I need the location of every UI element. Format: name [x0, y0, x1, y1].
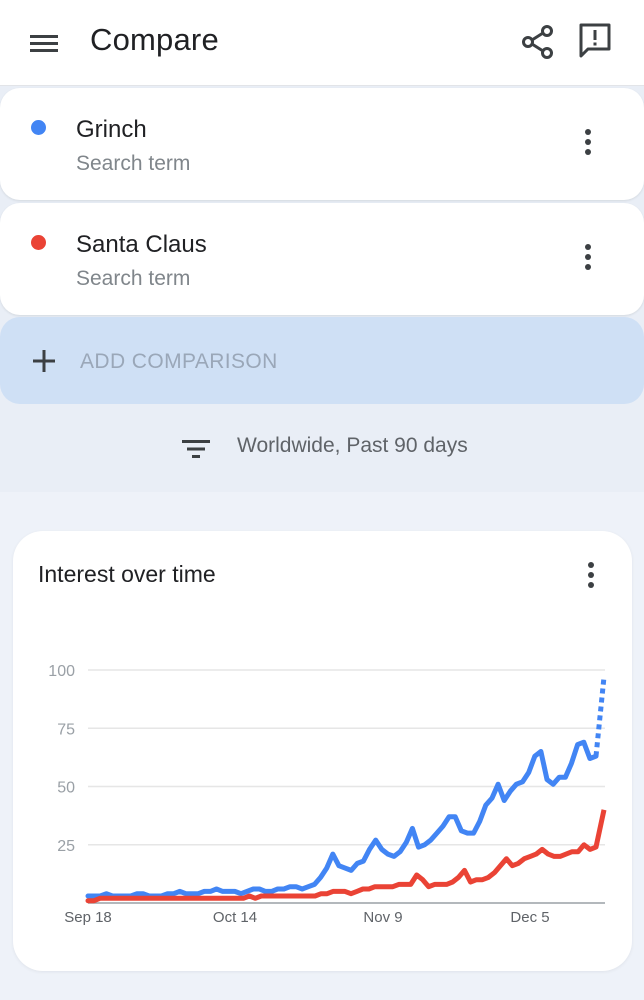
y-tick-label: 50	[57, 780, 75, 797]
page-title: Compare	[90, 22, 219, 57]
series-partial-tail-grinch	[593, 676, 607, 757]
filter-label: Worldwide, Past 90 days	[237, 434, 468, 457]
interest-chart: 100 75 50 25 Sep 18 Oct 14 Nov 9 Dec 5	[48, 663, 607, 926]
y-tick-label: 100	[48, 663, 75, 680]
term-name: Santa Claus	[76, 231, 207, 258]
share-icon[interactable]	[518, 22, 560, 64]
term-subtitle: Search term	[76, 267, 191, 290]
x-tick-label: Sep 18	[64, 909, 112, 926]
x-tick-label: Nov 9	[363, 909, 402, 926]
series-line-grinch	[85, 739, 599, 899]
x-tick-label: Dec 5	[510, 909, 549, 926]
app-bar: Compare	[0, 0, 644, 86]
x-tick-label: Oct 14	[213, 909, 257, 926]
more-vert-icon[interactable]	[570, 239, 606, 275]
add-comparison-label: ADD COMPARISON	[80, 350, 278, 373]
term-card-grinch[interactable]: Grinch Search term	[0, 88, 644, 200]
more-vert-icon[interactable]	[570, 124, 606, 160]
term-name: Grinch	[76, 116, 147, 143]
feedback-icon[interactable]	[574, 20, 616, 62]
interest-over-time-card: Interest over time 100 75 50 25 Sep 18 Oct 14…	[13, 531, 632, 971]
term-subtitle: Search term	[76, 152, 191, 175]
filter-icon	[182, 440, 210, 458]
y-tick-label: 75	[57, 721, 75, 738]
term-card-santa-claus[interactable]: Santa Claus Search term	[0, 203, 644, 315]
add-comparison-button[interactable]: ADD COMPARISON	[0, 317, 644, 404]
series-partial-tail-santa-claus	[593, 809, 607, 848]
series-color-dot	[31, 235, 46, 250]
y-tick-label: 25	[57, 838, 75, 855]
series-color-dot	[31, 120, 46, 135]
plus-icon	[33, 350, 55, 372]
menu-icon[interactable]	[24, 27, 64, 59]
filter-row[interactable]: Worldwide, Past 90 days	[0, 420, 644, 476]
